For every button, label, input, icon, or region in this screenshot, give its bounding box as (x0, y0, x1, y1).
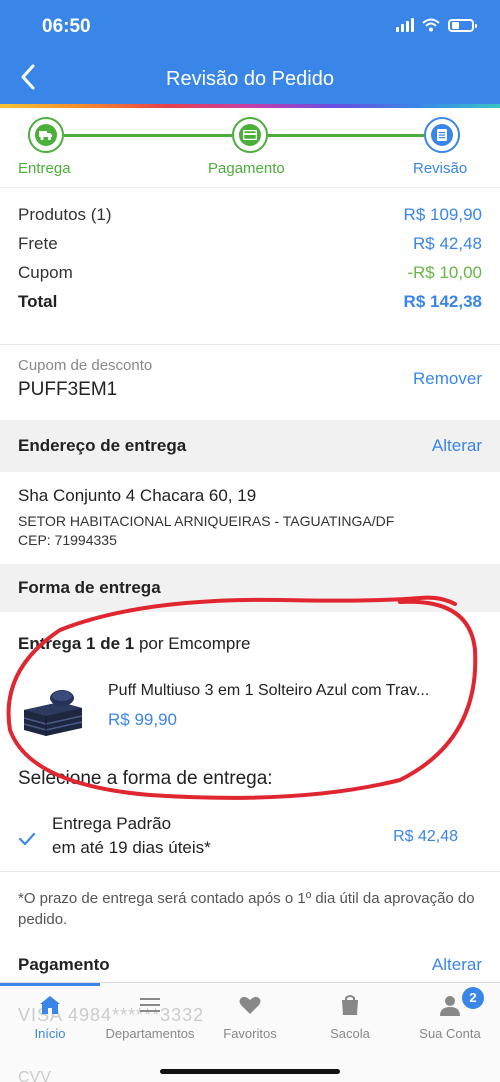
summary-coupon-row: Cupom -R$ 10,00 (0, 258, 500, 287)
heart-icon (239, 996, 261, 1014)
change-payment-button[interactable]: Alterar (432, 955, 482, 975)
step-connector (268, 134, 424, 137)
payment-section-header: Pagamento Alterar (0, 944, 500, 986)
summary-shipping-row: Frete R$ 42,48 (0, 229, 500, 258)
tab-favorites-label: Favoritos (223, 1026, 277, 1041)
user-icon (440, 996, 460, 1016)
tab-home[interactable]: Início (0, 983, 100, 1043)
home-indicator (160, 1069, 340, 1074)
battery-icon (448, 18, 477, 32)
address-zip: CEP: 71994335 (18, 532, 117, 548)
tab-account-label: Sua Conta (419, 1026, 481, 1041)
delivery-section-title: Forma de entrega (18, 578, 161, 597)
home-icon (40, 996, 60, 1014)
step-review-label[interactable]: Revisão (413, 160, 467, 177)
credit-card-icon (243, 130, 257, 140)
bag-icon (342, 995, 358, 1015)
select-shipping-title: Selecione a forma de entrega: (18, 768, 273, 789)
coupon-field-label: Cupom de desconto (18, 357, 153, 374)
total-label: Total (18, 291, 58, 311)
step-payment-label[interactable]: Pagamento (208, 160, 285, 177)
document-icon (437, 129, 447, 141)
tab-home-label: Início (34, 1026, 66, 1041)
checkout-stepper: Entrega Pagamento Revisão (0, 108, 500, 188)
tab-departments[interactable]: Departamentos (100, 983, 200, 1043)
status-time: 06:50 (42, 16, 91, 37)
product-price: R$ 99,90 (108, 710, 177, 729)
shipping-option-name: Entrega Padrão (52, 814, 172, 833)
step-review-circle[interactable] (424, 117, 460, 153)
step-delivery-label[interactable]: Entrega (18, 160, 71, 177)
step-payment-circle[interactable] (232, 117, 268, 153)
page-title: Revisão do Pedido (166, 68, 334, 90)
delivery-note: *O prazo de entrega será contado após o … (18, 890, 475, 928)
app-header: 06:50 Revisão do Pedido (0, 0, 500, 108)
address-line-2: SETOR HABITACIONAL ARNIQUEIRAS - TAGUATI… (18, 513, 395, 529)
shipping-value: R$ 42,48 (413, 233, 482, 253)
tab-bag-label: Sacola (330, 1026, 370, 1041)
coupon-discount-value: -R$ 10,00 (407, 262, 482, 282)
tab-favorites[interactable]: Favoritos (200, 983, 300, 1043)
address-section-title: Endereço de entrega (18, 436, 187, 455)
payment-section-title: Pagamento (18, 955, 110, 974)
tab-departments-label: Departamentos (105, 1026, 195, 1041)
remove-coupon-button[interactable]: Remover (413, 369, 482, 389)
summary-products-row: Produtos (1) R$ 109,90 (0, 200, 500, 229)
product-image (23, 690, 83, 736)
payment-cvv-partial: CVV (18, 1069, 51, 1082)
delivery-count-label: Entrega 1 de 1 (18, 634, 135, 653)
total-value: R$ 142,38 (403, 291, 482, 311)
bottom-tab-bar: VISA 4984******3332 CVV Início Departame… (0, 982, 500, 1082)
products-value: R$ 109,90 (403, 204, 482, 224)
shipping-label: Frete (18, 233, 58, 253)
list-icon (140, 998, 160, 1012)
delivery-address: Sha Conjunto 4 Chacara 60, 19 SETOR HABI… (18, 486, 488, 550)
coupon-section: Cupom de desconto PUFF3EM1 Remover (0, 344, 500, 420)
tab-account[interactable]: 2 Sua Conta (400, 983, 500, 1043)
coupon-code: PUFF3EM1 (18, 379, 118, 400)
summary-total-row: Total R$ 142,38 (0, 287, 500, 316)
change-address-button[interactable]: Alterar (432, 436, 482, 456)
address-section-header: Endereço de entrega Alterar (0, 420, 500, 472)
products-label: Produtos (1) (18, 204, 112, 224)
coupon-discount-label: Cupom (18, 262, 73, 282)
delivery-section-header: Forma de entrega (0, 564, 500, 612)
tab-bag[interactable]: Sacola (300, 983, 400, 1043)
shipping-option-price: R$ 42,48 (393, 828, 458, 845)
wifi-icon (422, 18, 440, 32)
address-line-1: Sha Conjunto 4 Chacara 60, 19 (18, 486, 257, 505)
account-badge: 2 (462, 987, 484, 1009)
order-summary: Produtos (1) R$ 109,90 Frete R$ 42,48 Cu… (0, 200, 500, 316)
product-name[interactable]: Puff Multiuso 3 em 1 Solteiro Azul com T… (108, 682, 488, 700)
signal-icon (396, 18, 414, 32)
shipping-option-eta: em até 19 dias úteis* (52, 838, 211, 857)
delivery-seller: por Emcompre (138, 634, 251, 653)
delivery-count: Entrega 1 de 1 por Emcompre (18, 634, 250, 654)
check-icon (18, 832, 36, 846)
truck-icon (39, 131, 52, 141)
status-icons (396, 18, 477, 32)
step-connector (64, 134, 232, 137)
step-delivery-circle[interactable] (28, 117, 64, 153)
shipping-option-standard[interactable]: Entrega Padrão em até 19 dias úteis* R$ … (0, 808, 500, 872)
